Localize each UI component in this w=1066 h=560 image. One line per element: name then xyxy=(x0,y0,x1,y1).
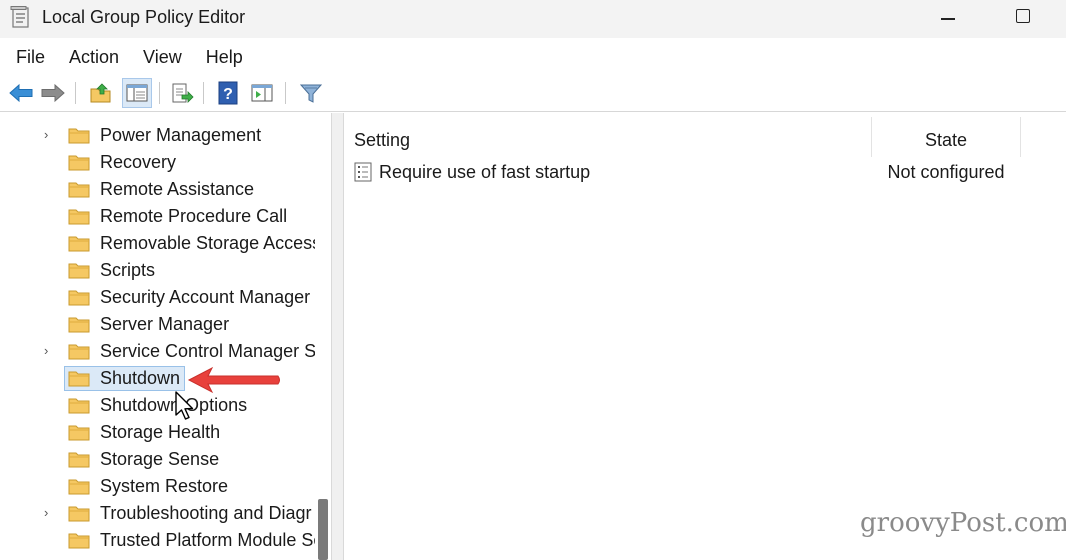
scrollbar-thumb[interactable] xyxy=(318,499,328,560)
menu-bar: File Action View Help xyxy=(0,38,1066,74)
tree-item-storage-sense[interactable]: Storage Sense xyxy=(0,446,315,473)
menu-view[interactable]: View xyxy=(131,38,194,74)
folder-icon xyxy=(68,533,90,549)
window-title: Local Group Policy Editor xyxy=(42,7,246,27)
tree-item-security-account-manager[interactable]: Security Account Manager xyxy=(0,284,315,311)
menu-help[interactable]: Help xyxy=(194,38,255,74)
forward-button[interactable] xyxy=(38,78,68,108)
folder-icon xyxy=(68,452,90,468)
tree-item-label: Remote Procedure Call xyxy=(100,206,288,226)
tree-item-remote-assistance[interactable]: Remote Assistance xyxy=(0,176,315,203)
menu-action[interactable]: Action xyxy=(57,38,131,74)
policy-editor-icon xyxy=(10,6,29,28)
chevron-right-icon[interactable]: › xyxy=(44,506,58,520)
folder-icon xyxy=(68,317,90,333)
up-folder-icon xyxy=(90,83,111,103)
folder-icon xyxy=(68,425,90,441)
back-button[interactable] xyxy=(6,78,36,108)
toolbar-separator xyxy=(285,82,286,104)
maximize-icon xyxy=(1016,9,1030,23)
up-one-level-button[interactable] xyxy=(86,78,116,108)
menu-file[interactable]: File xyxy=(4,38,57,74)
toolbar-separator xyxy=(159,82,160,104)
tree-scrollbar[interactable] xyxy=(315,113,331,560)
tree-item-label: Storage Health xyxy=(100,422,221,442)
folder-icon xyxy=(68,128,90,144)
tree-item-server-manager[interactable]: Server Manager xyxy=(0,311,315,338)
tree-item-partial xyxy=(0,554,315,560)
setting-name: Require use of fast startup xyxy=(379,162,591,182)
toolbar: ? xyxy=(0,74,1066,112)
forward-arrow-icon xyxy=(41,83,65,103)
tree-item-label: Trusted Platform Module Se xyxy=(100,530,324,550)
filter-button[interactable] xyxy=(296,78,326,108)
toolbar-separator xyxy=(203,82,204,104)
chevron-right-icon[interactable]: › xyxy=(44,344,58,358)
policy-setting-icon xyxy=(354,162,372,182)
tree-item-label: Removable Storage Access xyxy=(100,233,322,253)
tree-item-label: Recovery xyxy=(100,152,177,172)
tree-item-storage-health[interactable]: Storage Health xyxy=(0,419,315,446)
tree-item-label: System Restore xyxy=(100,476,229,496)
tree-item-system-restore[interactable]: System Restore xyxy=(0,473,315,500)
folder-icon xyxy=(68,263,90,279)
folder-icon xyxy=(68,236,90,252)
tree-item-trusted-platform-module[interactable]: Trusted Platform Module Se xyxy=(0,527,323,554)
filter-icon xyxy=(299,84,323,103)
tree-item-label: Troubleshooting and Diagr xyxy=(100,503,312,523)
setting-state: Not configured xyxy=(887,162,1005,182)
folder-icon xyxy=(68,155,90,171)
folder-icon xyxy=(68,479,90,495)
export-list-icon xyxy=(172,83,194,103)
title-bar: Local Group Policy Editor xyxy=(0,0,1066,38)
tree-item-label: Service Control Manager Se xyxy=(100,341,327,361)
annotation-arrow-icon xyxy=(187,366,280,394)
help-button[interactable]: ? xyxy=(213,78,243,108)
show-action-pane-button[interactable] xyxy=(247,78,277,108)
tree-item-removable-storage-access[interactable]: Removable Storage Access xyxy=(0,230,321,257)
toolbar-separator xyxy=(75,82,76,104)
folder-icon xyxy=(68,209,90,225)
chevron-right-icon[interactable]: › xyxy=(44,128,58,142)
svg-text:?: ? xyxy=(223,86,233,103)
minimize-icon xyxy=(941,18,955,20)
settings-list: Setting State Require use of fast startu… xyxy=(344,113,1066,560)
tree-item-scripts[interactable]: Scripts xyxy=(0,257,315,284)
help-icon: ? xyxy=(218,81,238,105)
tree-item-label: Scripts xyxy=(100,260,156,280)
tree-item-label: Shutdown xyxy=(100,368,181,388)
tree-item-power-management[interactable]: › Power Management xyxy=(0,122,315,149)
back-arrow-icon xyxy=(9,83,33,103)
tree-item-service-control-manager[interactable]: › Service Control Manager Se xyxy=(0,338,326,365)
list-item-require-fast-startup[interactable]: Require use of fast startup Not configur… xyxy=(344,157,1066,187)
pane-splitter[interactable] xyxy=(331,113,344,560)
show-hide-tree-button[interactable] xyxy=(122,78,152,108)
folder-icon xyxy=(68,182,90,198)
mouse-cursor-icon xyxy=(175,391,194,420)
tree-item-label: Power Management xyxy=(100,125,262,145)
tree-item-shutdown-options[interactable]: Shutdown Options xyxy=(0,392,315,419)
tree-pane: › Power Management Recovery Remote Assis… xyxy=(0,113,331,560)
tree-item-label: Storage Sense xyxy=(100,449,220,469)
column-header-state[interactable]: State xyxy=(871,117,1021,157)
tree-item-recovery[interactable]: Recovery xyxy=(0,149,315,176)
tree-item-remote-procedure-call[interactable]: Remote Procedure Call xyxy=(0,203,315,230)
folder-icon xyxy=(68,506,90,522)
tree-item-troubleshooting[interactable]: › Troubleshooting and Diagr xyxy=(0,500,315,527)
tree-item-label: Remote Assistance xyxy=(100,179,255,199)
export-list-button[interactable] xyxy=(167,78,197,108)
show-action-pane-icon xyxy=(251,84,273,102)
column-header-setting[interactable]: Setting xyxy=(344,117,871,157)
folder-icon xyxy=(68,371,90,387)
tree-item-label: Security Account Manager xyxy=(100,287,311,307)
folder-icon xyxy=(68,344,90,360)
watermark-text: groovyPost.com xyxy=(860,508,1066,538)
show-hide-tree-icon xyxy=(126,84,148,102)
folder-icon xyxy=(68,290,90,306)
folder-icon xyxy=(68,398,90,414)
tree-item-label: Server Manager xyxy=(100,314,230,334)
